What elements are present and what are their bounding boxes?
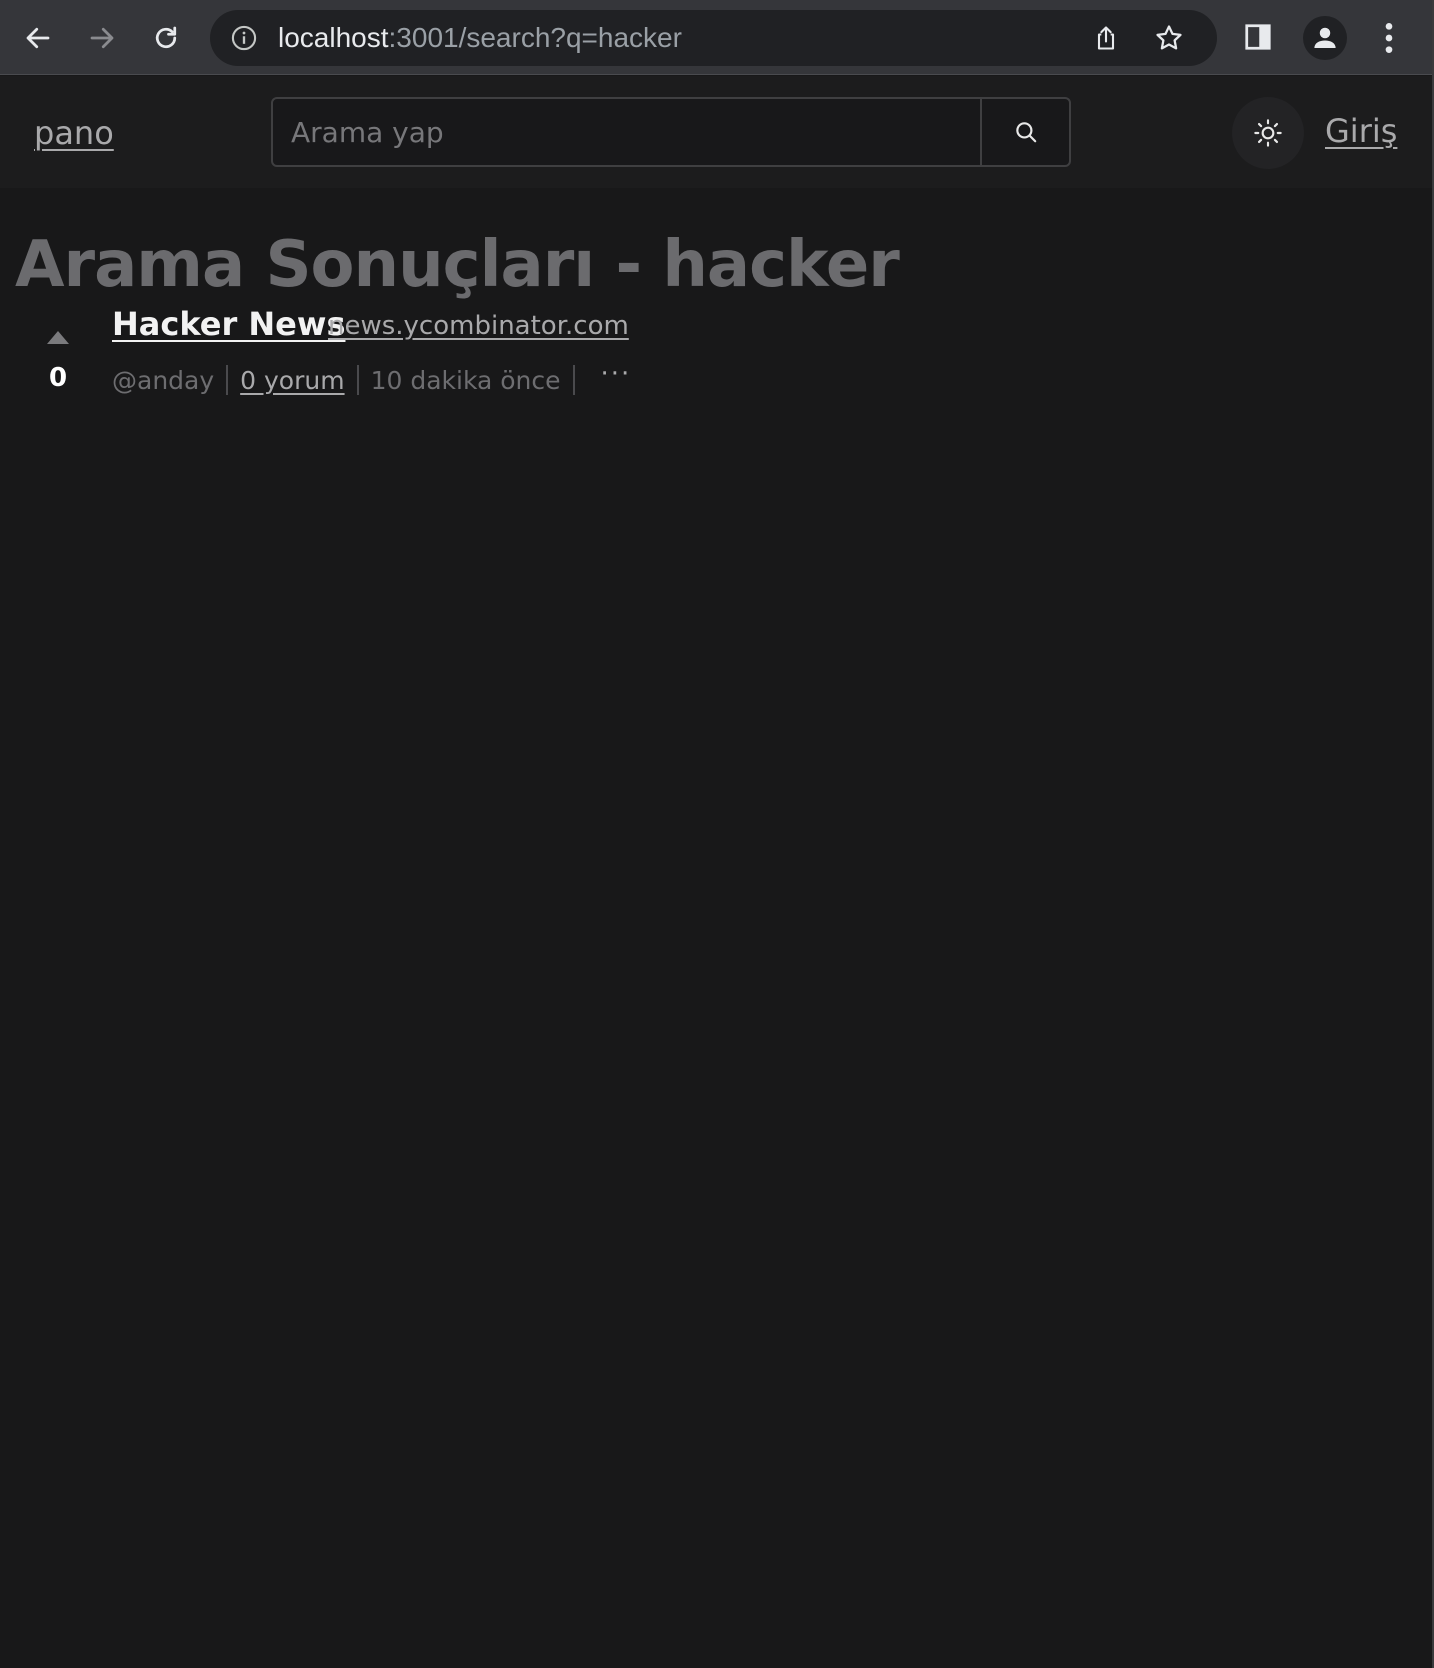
browser-window: localhost:3001/search?q=hacker pano Aram… [0,0,1434,1668]
theme-toggle-button[interactable] [1232,97,1304,169]
sun-icon [1254,119,1282,147]
browser-toolbar: localhost:3001/search?q=hacker [0,0,1432,75]
reload-button[interactable] [144,16,188,60]
back-button[interactable] [16,16,60,60]
forward-button[interactable] [80,16,124,60]
vote-count: 0 [48,363,68,393]
more-options-button[interactable]: ··· [601,361,632,387]
meta-divider [226,365,229,395]
profile-button[interactable] [1303,16,1347,60]
search-button[interactable] [980,99,1069,165]
search-input[interactable] [273,99,981,165]
bookmark-star-icon[interactable] [1154,23,1184,53]
reload-icon [155,26,177,49]
page-title: Arama Sonuçları - hacker [15,228,900,302]
search-form [271,97,1071,167]
meta-divider [356,365,359,395]
address-bar[interactable]: localhost:3001/search?q=hacker [210,10,1217,66]
url-path: :3001/search?q=hacker [388,22,682,53]
share-icon[interactable] [1092,24,1120,52]
url-text[interactable]: localhost:3001/search?q=hacker [278,20,682,56]
comments-link[interactable]: 0 yorum [240,366,344,395]
arrow-right-icon [90,27,114,49]
login-link[interactable]: Giriş [1325,112,1397,150]
site-logo-link[interactable]: pano [34,114,114,152]
result-time: 10 dakika önce [370,365,561,395]
result-meta: @anday 0 yorum 10 dakika önce ··· [112,361,632,398]
side-panel-icon[interactable] [1243,22,1273,52]
search-icon [1015,122,1036,143]
result-author: @anday [112,365,215,395]
url-host: localhost [278,22,389,53]
meta-divider [572,365,575,395]
info-icon[interactable] [230,24,258,52]
arrow-left-icon [26,27,50,49]
site-header: pano Giriş [0,76,1432,188]
kebab-menu-icon[interactable] [1376,18,1402,58]
person-icon [1314,27,1336,48]
result-domain-link[interactable]: news.ycombinator.com [328,311,629,341]
upvote-arrow-icon[interactable] [45,330,71,346]
result-title-link[interactable]: Hacker News [112,305,345,343]
